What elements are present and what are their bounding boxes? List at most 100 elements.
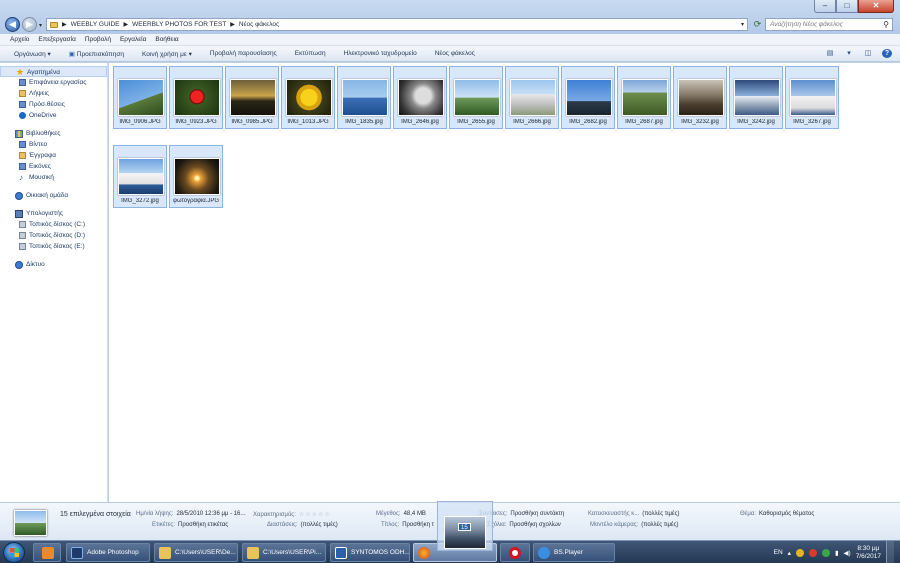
file-item[interactable]: IMG_3272.jpg xyxy=(113,145,167,208)
menu-view[interactable]: Προβολή xyxy=(85,36,111,43)
back-button[interactable]: ◀ xyxy=(5,17,20,32)
minimize-button[interactable]: – xyxy=(814,0,836,13)
clock[interactable]: 8:30 μμ 7/6/2017 xyxy=(856,545,881,561)
help-icon[interactable]: ? xyxy=(882,49,892,58)
media-player-icon xyxy=(42,547,54,559)
preview-icon: ▣ xyxy=(68,50,77,58)
file-name: IMG_3232.jpg xyxy=(681,119,719,125)
language-indicator[interactable]: EN xyxy=(774,549,783,556)
menu-tools[interactable]: Εργαλεία xyxy=(120,36,146,43)
file-list[interactable]: IMG_0906.JPG IMG_0923.JPG IMG_0985.JPG I… xyxy=(109,63,900,502)
tray-app-icon[interactable] xyxy=(808,548,817,557)
file-item[interactable]: IMG_2655.jpg xyxy=(449,66,503,129)
nav-homegroup[interactable]: Οικιακή ομάδα xyxy=(0,190,107,201)
file-item[interactable]: IMG_2687.jpg xyxy=(617,66,671,129)
view-dropdown-icon[interactable]: ▾ xyxy=(844,49,854,58)
breadcrumb-weerbly-photos[interactable]: WEERBLY PHOTOS FOR TEST xyxy=(132,21,226,28)
file-item[interactable]: IMG_0985.JPG xyxy=(225,66,279,129)
detail-value[interactable]: Καθορισμός θέματος xyxy=(759,511,814,517)
file-item[interactable]: IMG_1013.JPG xyxy=(281,66,335,129)
maximize-button[interactable]: □ xyxy=(836,0,858,13)
file-item[interactable]: IMG_1835.jpg xyxy=(337,66,391,129)
file-item[interactable]: IMG_3267.jpg xyxy=(785,66,839,129)
file-item[interactable]: IMG_0923.JPG xyxy=(169,66,223,129)
nav-libraries[interactable]: Βιβλιοθήκες xyxy=(0,128,107,139)
detail-value[interactable]: (πολλές τιμές) xyxy=(641,522,678,528)
slideshow-button[interactable]: Προβολή παρουσίασης xyxy=(201,50,286,57)
chevron-right-icon[interactable]: ▶ xyxy=(124,21,129,28)
menu-file[interactable]: Αρχείο xyxy=(10,36,29,43)
show-desktop-button[interactable] xyxy=(886,541,894,563)
menu-edit[interactable]: Επεξεργασία xyxy=(38,36,75,43)
photo-thumbnail xyxy=(622,79,668,116)
nav-downloads[interactable]: Λήψεις xyxy=(0,88,107,99)
taskbar-photoshop[interactable]: Adobe Photoshop xyxy=(66,543,150,562)
taskbar-media-player[interactable] xyxy=(33,543,61,562)
rating-stars[interactable]: ☆☆☆☆☆ xyxy=(299,512,331,518)
file-item[interactable]: IMG_3242.jpg xyxy=(729,66,783,129)
network-tray-icon[interactable]: ▮ xyxy=(835,549,839,557)
nav-music[interactable]: ♪ Μουσική xyxy=(0,172,107,183)
file-item[interactable]: IMG_2646.jpg xyxy=(393,66,447,129)
detail-value[interactable]: 28/5/2010 12:36 μμ - 16... xyxy=(176,511,245,517)
menu-help[interactable]: Βοήθεια xyxy=(155,36,178,43)
preview-pane-icon[interactable]: ◫ xyxy=(863,49,873,58)
nav-favorites[interactable]: ★ Αγαπημένα xyxy=(0,66,107,77)
taskbar-explorer-pictures[interactable]: C:\Users\USER\Pi... xyxy=(242,543,326,562)
chevron-right-icon[interactable]: ▶ xyxy=(62,21,67,28)
print-button[interactable]: Εκτύπωση xyxy=(286,50,335,57)
volume-icon[interactable]: ◀) xyxy=(844,549,851,557)
file-item[interactable]: IMG_2682.jpg xyxy=(561,66,615,129)
tray-app-icon[interactable] xyxy=(821,548,830,557)
nav-drive-d[interactable]: Τοπικός δίσκος (D:) xyxy=(0,230,107,241)
detail-value[interactable]: Προσθήκη σχολίων xyxy=(509,522,560,528)
refresh-button[interactable]: ⟳ xyxy=(751,18,764,31)
nav-videos[interactable]: Βίντεο xyxy=(0,139,107,150)
chevron-right-icon[interactable]: ▶ xyxy=(230,21,235,28)
preview-button[interactable]: ▣ Προεπισκόπηση xyxy=(60,50,133,58)
folder-icon xyxy=(159,547,171,559)
share-with-button[interactable]: Κοινή χρήση με ▾ xyxy=(133,50,201,58)
file-item[interactable]: IMG_2666.jpg xyxy=(505,66,559,129)
taskbar-opera[interactable] xyxy=(500,543,530,562)
file-name: IMG_2682.jpg xyxy=(569,119,607,125)
nav-computer[interactable]: Υπολογιστής xyxy=(0,208,107,219)
nav-desktop[interactable]: Επιφάνεια εργασίας xyxy=(0,77,107,88)
breadcrumb-weebly-guide[interactable]: WEEBLY GUIDE xyxy=(71,21,120,28)
music-icon: ♪ xyxy=(19,173,23,182)
nav-documents[interactable]: Έγγραφα xyxy=(0,150,107,161)
change-view-icon[interactable]: ▤ xyxy=(825,49,835,58)
file-item[interactable]: φωτογραφία.JPG xyxy=(169,145,223,208)
recent-pages-dropdown[interactable]: ▾ xyxy=(39,22,42,29)
photo-thumbnail xyxy=(790,79,836,116)
tray-app-icon[interactable] xyxy=(795,548,804,557)
close-button[interactable]: ✕ xyxy=(858,0,894,13)
detail-value[interactable]: Προσθήκη ετικέτας xyxy=(178,522,228,528)
organize-button[interactable]: Οργάνωση ▾ xyxy=(0,50,60,58)
search-input[interactable]: Αναζήτηση Νέος φάκελος ⚲ xyxy=(765,18,893,31)
email-button[interactable]: Ηλεκτρονικό ταχυδρομείο xyxy=(335,50,426,57)
start-button[interactable] xyxy=(3,542,25,563)
nav-drive-e[interactable]: Τοπικός δίσκος (E:) xyxy=(0,241,107,252)
file-item[interactable]: IMG_0906.JPG xyxy=(113,66,167,129)
new-folder-button[interactable]: Νέος φάκελος xyxy=(426,50,484,57)
detail-value[interactable]: (πολλές τιμές) xyxy=(642,511,679,517)
taskbar-explorer-desktop[interactable]: C:\Users\USER\De... xyxy=(154,543,238,562)
search-icon: ⚲ xyxy=(883,20,889,29)
nav-pictures[interactable]: Εικόνες xyxy=(0,161,107,172)
taskbar-word-document[interactable]: SYNTOMOS ODH... xyxy=(330,543,410,562)
file-item[interactable]: IMG_3232.jpg xyxy=(673,66,727,129)
breadcrumb-current-folder[interactable]: Νέος φάκελος xyxy=(239,21,279,28)
forward-button[interactable]: ▶ xyxy=(22,17,37,32)
address-dropdown-icon[interactable]: ▾ xyxy=(741,21,744,28)
nav-network[interactable]: Δίκτυο xyxy=(0,259,107,270)
detail-value[interactable]: Προσθήκη συντάκτη xyxy=(510,511,564,517)
file-name: IMG_3267.jpg xyxy=(793,119,831,125)
nav-drive-c[interactable]: Τοπικός δίσκος (C:) xyxy=(0,219,107,230)
nav-onedrive[interactable]: OneDrive xyxy=(0,110,107,121)
detail-value[interactable]: Προσθήκη τ xyxy=(402,522,434,528)
taskbar-bsplayer[interactable]: BS.Player xyxy=(533,543,615,562)
nav-recent-places[interactable]: Πρόσ.θέσεις xyxy=(0,99,107,110)
address-bar[interactable]: ▶ WEEBLY GUIDE ▶ WEERBLY PHOTOS FOR TEST… xyxy=(46,18,748,31)
show-hidden-icons[interactable]: ▴ xyxy=(788,549,791,557)
